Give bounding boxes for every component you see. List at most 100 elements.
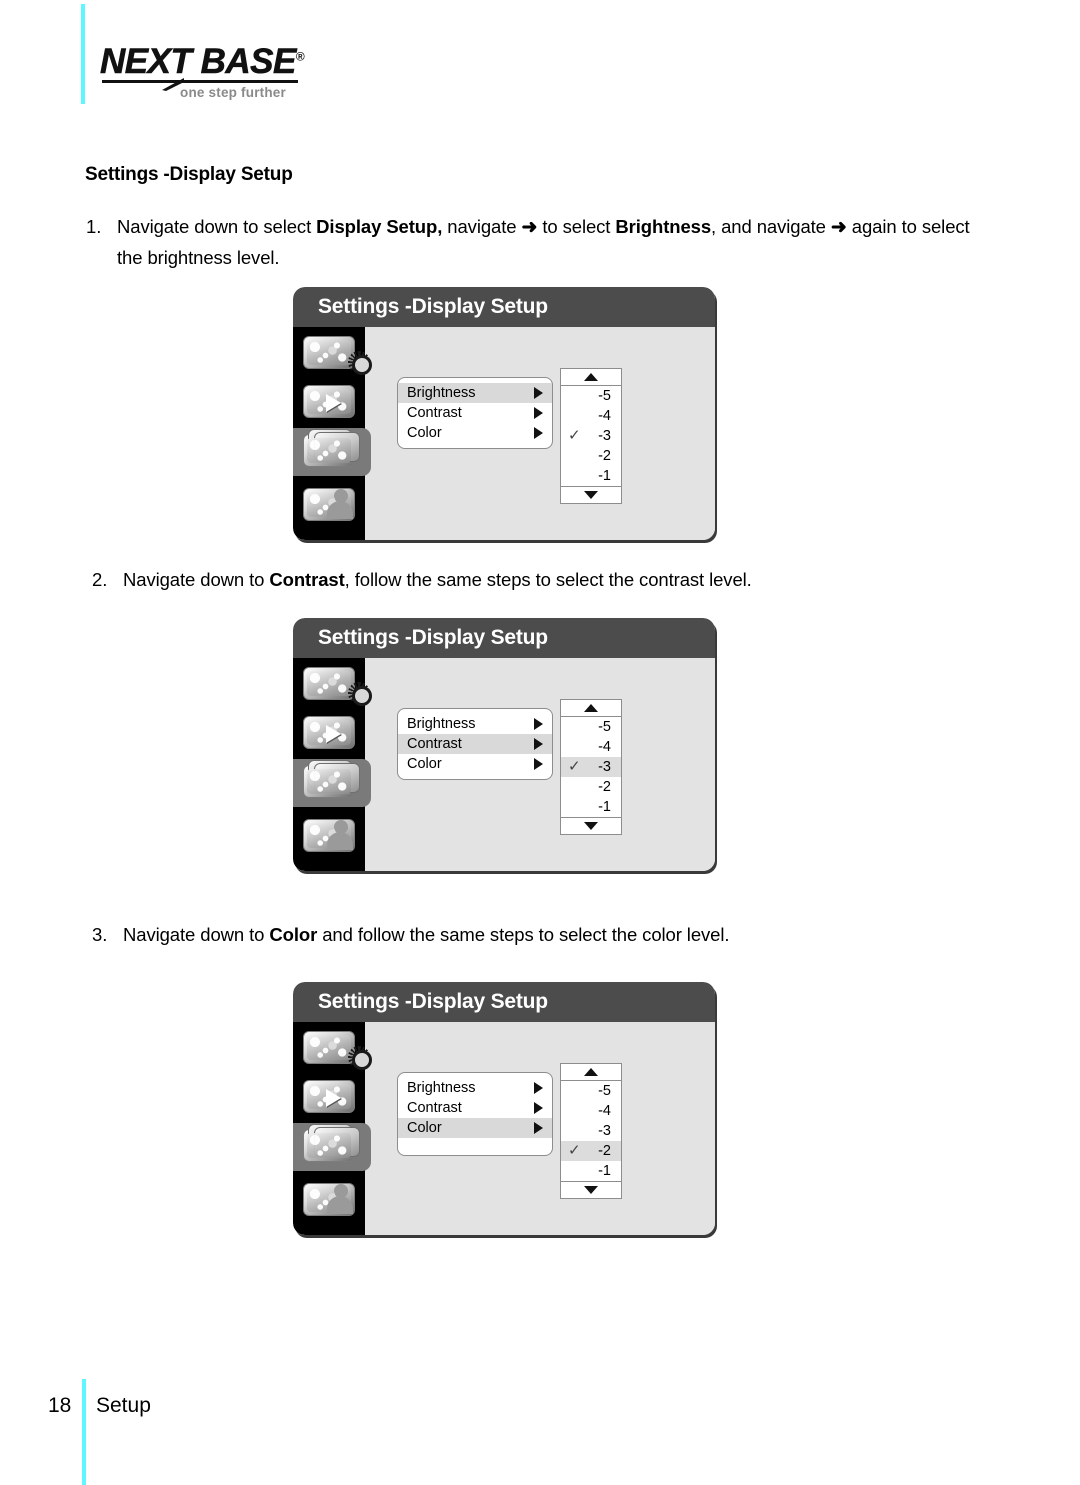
scroll-down-button[interactable] <box>561 817 621 834</box>
device-screen-mockup: Settings -Display Setup Brightness Contras… <box>293 287 715 540</box>
triangle-down-icon <box>584 1186 598 1194</box>
emphasis-text: Color <box>269 924 318 945</box>
scroll-down-button[interactable] <box>561 1181 621 1198</box>
value-label: -5 <box>598 1083 611 1099</box>
sidebar-item-playback[interactable] <box>303 1080 355 1113</box>
sidebar-item-profile[interactable] <box>303 488 355 521</box>
value-option[interactable]: -1 <box>561 466 621 486</box>
camera-settings-icon <box>307 671 351 696</box>
step-text: Navigate down to select Display Setup, n… <box>117 212 976 273</box>
chevron-right-icon <box>534 1122 543 1134</box>
value-option[interactable]: -1 <box>561 1161 621 1181</box>
sidebar-item-playback[interactable] <box>303 716 355 749</box>
sidebar-item-setup-stack[interactable] <box>303 760 360 798</box>
menu-empty-row <box>398 1138 552 1150</box>
sidebar-item-playback[interactable] <box>303 385 355 418</box>
value-option[interactable]: -5 <box>561 717 621 737</box>
value-option[interactable]: -2 <box>561 446 621 466</box>
value-label: -1 <box>598 1163 611 1179</box>
menu-item-label: Contrast <box>407 1100 462 1116</box>
body-text: and follow the same steps to select the … <box>317 924 730 945</box>
triangle-up-icon <box>584 373 598 381</box>
value-label: -4 <box>598 408 611 424</box>
menu-item-contrast[interactable]: Contrast <box>398 403 552 423</box>
value-option[interactable]: -5 <box>561 1081 621 1101</box>
play-icon <box>326 394 341 412</box>
play-icon <box>326 725 341 743</box>
device-titlebar: Settings -Display Setup <box>293 618 715 658</box>
scroll-down-button[interactable] <box>561 486 621 503</box>
gear-icon <box>348 1046 372 1070</box>
triangle-up-icon <box>584 704 598 712</box>
menu-item-color[interactable]: Color <box>398 1118 552 1138</box>
step-text: Navigate down to Color and follow the sa… <box>123 920 982 950</box>
scroll-up-button[interactable] <box>561 369 621 386</box>
value-option[interactable]: -4 <box>561 406 621 426</box>
value-list: -5 -4 -3 ✓ -2 -1 <box>560 1063 622 1199</box>
triangle-down-icon <box>584 822 598 830</box>
display-setup-menu: Brightness Contrast Color <box>397 377 553 449</box>
logo-tagline: one step further <box>180 85 286 100</box>
value-option[interactable]: ✓ -2 <box>561 1141 621 1161</box>
menu-item-label: Contrast <box>407 405 462 421</box>
sidebar-item-profile[interactable] <box>303 819 355 852</box>
chevron-right-icon <box>534 387 543 399</box>
gear-icon <box>348 351 372 375</box>
step-number: 1. <box>86 216 102 237</box>
registered-mark: ® <box>295 49 305 64</box>
header-accent-rule <box>81 4 85 104</box>
menu-item-brightness[interactable]: Brightness <box>398 714 552 734</box>
person-icon <box>327 489 353 519</box>
instruction-step-2: 2. Navigate down to Contrast, follow the… <box>92 565 982 595</box>
menu-item-color[interactable]: Color <box>398 754 552 774</box>
menu-item-brightness[interactable]: Brightness <box>398 383 552 403</box>
menu-item-brightness[interactable]: Brightness <box>398 1078 552 1098</box>
value-option[interactable]: -2 <box>561 777 621 797</box>
menu-item-label: Brightness <box>407 1080 476 1096</box>
menu-item-label: Brightness <box>407 716 476 732</box>
sidebar-item-camera-settings[interactable] <box>303 667 372 706</box>
value-list: -5 -4 ✓ -3 -2 -1 <box>560 368 622 504</box>
body-text: Navigate down to <box>123 924 270 945</box>
emphasis-text: Contrast <box>269 569 345 590</box>
value-option[interactable]: -3 <box>561 1121 621 1141</box>
menu-item-color[interactable]: Color <box>398 423 552 443</box>
sidebar-item-profile[interactable] <box>303 1183 355 1216</box>
value-option[interactable]: -4 <box>561 1101 621 1121</box>
sidebar-item-setup-stack[interactable] <box>303 1124 360 1162</box>
menu-item-contrast[interactable]: Contrast <box>398 734 552 754</box>
triangle-down-icon <box>584 491 598 499</box>
value-label: -5 <box>598 719 611 735</box>
scroll-up-button[interactable] <box>561 1064 621 1081</box>
person-shoulders <box>327 832 353 850</box>
value-option[interactable]: ✓ -3 <box>561 426 621 446</box>
emphasis-text: Brightness <box>615 216 712 237</box>
device-title: Settings -Display Setup <box>318 295 548 318</box>
scroll-up-button[interactable] <box>561 700 621 717</box>
footer-accent-rule <box>82 1379 86 1485</box>
device-titlebar: Settings -Display Setup <box>293 287 715 327</box>
device-title: Settings -Display Setup <box>318 990 548 1013</box>
sidebar-item-camera-settings[interactable] <box>303 1031 372 1070</box>
step-number: 2. <box>92 569 108 590</box>
sidebar-item-setup-stack[interactable] <box>303 429 360 467</box>
menu-item-contrast[interactable]: Contrast <box>398 1098 552 1118</box>
value-option[interactable]: -4 <box>561 737 621 757</box>
body-text: Navigate down to select <box>117 216 317 237</box>
camera-settings-icon <box>307 1035 351 1060</box>
value-label: -4 <box>598 739 611 755</box>
sidebar-item-camera-settings[interactable] <box>303 336 372 375</box>
device-body: Brightness Contrast Color -5 -4 -3 ✓ -2 -1 <box>293 1022 715 1235</box>
device-body: Brightness Contrast Color -5 -4 ✓ -3 -2 -1 <box>293 658 715 871</box>
value-label: -1 <box>598 468 611 484</box>
value-list: -5 -4 ✓ -3 -2 -1 <box>560 699 622 835</box>
body-text: navigate <box>442 216 522 237</box>
value-option[interactable]: -5 <box>561 386 621 406</box>
step-number: 3. <box>92 924 108 945</box>
footer-page-number: 18 <box>48 1394 72 1417</box>
display-setup-menu: Brightness Contrast Color <box>397 708 553 780</box>
value-option[interactable]: ✓ -3 <box>561 757 621 777</box>
step-text: Navigate down to Contrast, follow the sa… <box>123 565 982 595</box>
chevron-right-icon <box>534 718 543 730</box>
value-option[interactable]: -1 <box>561 797 621 817</box>
